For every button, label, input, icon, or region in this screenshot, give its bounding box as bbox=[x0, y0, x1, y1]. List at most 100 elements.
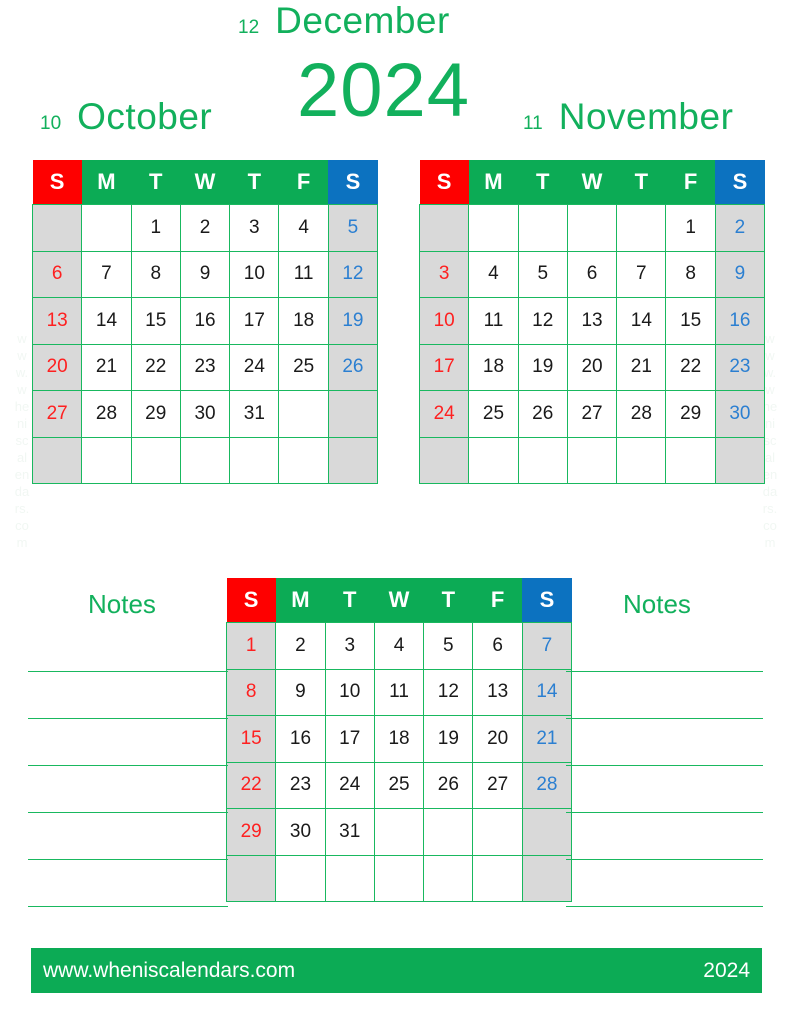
calendar-day-cell[interactable]: 25 bbox=[373, 761, 425, 809]
calendar-day-cell[interactable]: 20 bbox=[31, 343, 83, 391]
calendar-day-cell[interactable]: 16 bbox=[179, 297, 231, 345]
calendar-day-cell[interactable]: 18 bbox=[373, 715, 425, 763]
calendar-day-cell[interactable]: 21 bbox=[616, 343, 667, 391]
calendar-day-cell[interactable]: 24 bbox=[418, 390, 470, 438]
calendar-day-cell[interactable]: 17 bbox=[418, 343, 470, 391]
calendar-day-cell[interactable]: 7 bbox=[616, 250, 667, 298]
calendar-day-cell[interactable]: 5 bbox=[423, 622, 474, 670]
calendar-day-cell[interactable]: 1 bbox=[665, 204, 716, 252]
calendar-day-cell[interactable]: 4 bbox=[373, 622, 425, 670]
calendar-day-cell[interactable]: 5 bbox=[327, 204, 379, 252]
calendar-day-cell[interactable]: 7 bbox=[521, 622, 573, 670]
calendar-day-cell[interactable]: 27 bbox=[566, 390, 618, 438]
calendar-day-cell[interactable]: 22 bbox=[225, 761, 277, 809]
calendar-day-cell[interactable]: 31 bbox=[229, 390, 280, 438]
calendar-day-cell[interactable]: 6 bbox=[566, 250, 618, 298]
calendar-day-cell-empty bbox=[472, 808, 523, 856]
calendar-day-cell[interactable]: 25 bbox=[468, 390, 519, 438]
weekday-header-friday: F bbox=[278, 160, 329, 205]
calendar-day-cell[interactable]: 12 bbox=[517, 297, 568, 345]
calendar-day-cell[interactable]: 29 bbox=[665, 390, 716, 438]
calendar-day-cell[interactable]: 8 bbox=[665, 250, 716, 298]
calendar-day-cell[interactable]: 14 bbox=[521, 668, 573, 716]
calendar-day-cell[interactable]: 13 bbox=[31, 297, 83, 345]
calendar-day-cell[interactable]: 27 bbox=[472, 761, 523, 809]
calendar-day-cell[interactable]: 3 bbox=[324, 622, 375, 670]
calendar-day-cell[interactable]: 18 bbox=[468, 343, 519, 391]
calendar-day-cell[interactable]: 14 bbox=[81, 297, 132, 345]
calendar-day-cell[interactable]: 22 bbox=[130, 343, 181, 391]
calendar-day-cell[interactable]: 7 bbox=[81, 250, 132, 298]
calendar-day-cell[interactable]: 11 bbox=[468, 297, 519, 345]
calendar-day-cell[interactable]: 17 bbox=[229, 297, 280, 345]
calendar-week-row: 24 25 26 27 28 29 30 bbox=[418, 390, 766, 438]
calendar-day-cell[interactable]: 15 bbox=[665, 297, 716, 345]
calendar-day-cell[interactable]: 9 bbox=[179, 250, 231, 298]
calendar-day-cell[interactable]: 27 bbox=[31, 390, 83, 438]
calendar-day-cell[interactable]: 9 bbox=[714, 250, 766, 298]
calendar-day-cell[interactable]: 20 bbox=[566, 343, 618, 391]
calendar-day-cell[interactable]: 1 bbox=[130, 204, 181, 252]
calendar-day-cell[interactable]: 10 bbox=[324, 668, 375, 716]
calendar-day-cell[interactable]: 6 bbox=[472, 622, 523, 670]
calendar-day-cell[interactable]: 19 bbox=[517, 343, 568, 391]
calendar-day-cell[interactable]: 16 bbox=[714, 297, 766, 345]
month-name-november: November bbox=[558, 96, 734, 137]
calendar-day-cell[interactable]: 21 bbox=[521, 715, 573, 763]
calendar-day-cell[interactable]: 31 bbox=[324, 808, 375, 856]
calendar-day-cell[interactable]: 10 bbox=[418, 297, 470, 345]
calendar-day-cell[interactable]: 28 bbox=[521, 761, 573, 809]
calendar-day-cell[interactable]: 23 bbox=[275, 761, 326, 809]
calendar-day-cell[interactable]: 26 bbox=[517, 390, 568, 438]
weekday-header-sunday: S bbox=[32, 160, 82, 205]
calendar-day-cell[interactable]: 26 bbox=[423, 761, 474, 809]
calendar-day-cell[interactable]: 3 bbox=[418, 250, 470, 298]
footer-website-url[interactable]: www.wheniscalendars.com bbox=[43, 959, 295, 983]
calendar-day-cell[interactable]: 23 bbox=[179, 343, 231, 391]
calendar-day-cell[interactable]: 28 bbox=[616, 390, 667, 438]
calendar-day-cell[interactable]: 26 bbox=[327, 343, 379, 391]
calendar-day-cell[interactable]: 4 bbox=[468, 250, 519, 298]
calendar-day-cell[interactable]: 12 bbox=[327, 250, 379, 298]
calendar-day-cell[interactable]: 3 bbox=[229, 204, 280, 252]
calendar-day-cell-empty bbox=[517, 204, 568, 252]
calendar-day-cell[interactable]: 4 bbox=[278, 204, 329, 252]
calendar-day-cell[interactable]: 22 bbox=[665, 343, 716, 391]
calendar-day-cell[interactable]: 30 bbox=[275, 808, 326, 856]
calendar-day-cell[interactable]: 23 bbox=[714, 343, 766, 391]
calendar-day-cell[interactable]: 8 bbox=[130, 250, 181, 298]
calendar-day-cell[interactable]: 18 bbox=[278, 297, 329, 345]
calendar-day-cell[interactable]: 15 bbox=[130, 297, 181, 345]
calendar-day-cell[interactable]: 11 bbox=[278, 250, 329, 298]
calendar-day-cell[interactable]: 30 bbox=[179, 390, 231, 438]
calendar-day-cell[interactable]: 2 bbox=[275, 622, 326, 670]
calendar-day-cell[interactable]: 15 bbox=[225, 715, 277, 763]
calendar-day-cell[interactable]: 2 bbox=[179, 204, 231, 252]
calendar-day-cell[interactable]: 1 bbox=[225, 622, 277, 670]
calendar-day-cell[interactable]: 13 bbox=[566, 297, 618, 345]
calendar-day-cell[interactable]: 12 bbox=[423, 668, 474, 716]
calendar-day-cell[interactable]: 29 bbox=[225, 808, 277, 856]
calendar-day-cell[interactable]: 2 bbox=[714, 204, 766, 252]
calendar-day-cell[interactable]: 14 bbox=[616, 297, 667, 345]
calendar-day-cell[interactable]: 19 bbox=[423, 715, 474, 763]
calendar-day-cell[interactable]: 11 bbox=[373, 668, 425, 716]
calendar-day-cell[interactable]: 20 bbox=[472, 715, 523, 763]
calendar-day-cell[interactable]: 30 bbox=[714, 390, 766, 438]
calendar-day-cell[interactable]: 5 bbox=[517, 250, 568, 298]
calendar-day-cell[interactable]: 21 bbox=[81, 343, 132, 391]
calendar-day-cell-empty bbox=[423, 854, 474, 902]
calendar-day-cell[interactable]: 16 bbox=[275, 715, 326, 763]
calendar-day-cell[interactable]: 28 bbox=[81, 390, 132, 438]
calendar-day-cell[interactable]: 10 bbox=[229, 250, 280, 298]
calendar-day-cell[interactable]: 6 bbox=[31, 250, 83, 298]
calendar-day-cell[interactable]: 19 bbox=[327, 297, 379, 345]
calendar-day-cell[interactable]: 24 bbox=[324, 761, 375, 809]
calendar-day-cell[interactable]: 17 bbox=[324, 715, 375, 763]
calendar-day-cell[interactable]: 25 bbox=[278, 343, 329, 391]
calendar-day-cell[interactable]: 8 bbox=[225, 668, 277, 716]
calendar-day-cell[interactable]: 29 bbox=[130, 390, 181, 438]
calendar-day-cell[interactable]: 24 bbox=[229, 343, 280, 391]
calendar-day-cell[interactable]: 9 bbox=[275, 668, 326, 716]
calendar-day-cell[interactable]: 13 bbox=[472, 668, 523, 716]
